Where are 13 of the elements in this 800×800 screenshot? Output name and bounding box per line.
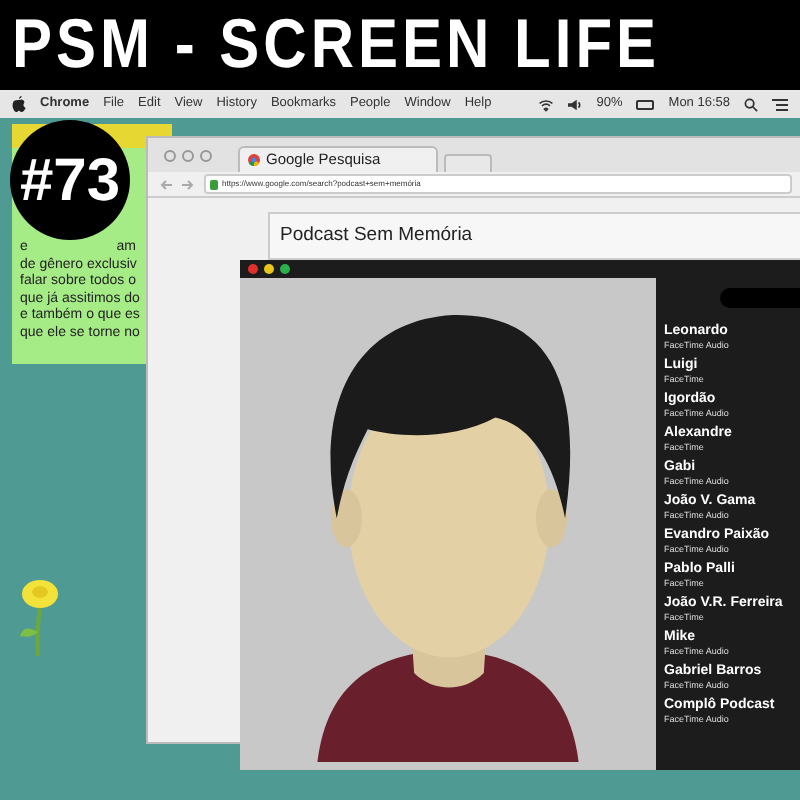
list-icon[interactable] <box>772 97 788 111</box>
lock-icon <box>210 179 218 189</box>
search-icon[interactable] <box>744 97 758 111</box>
apple-icon[interactable] <box>12 96 26 112</box>
close-button[interactable] <box>248 264 258 274</box>
speaker-icon[interactable] <box>568 97 583 111</box>
battery-icon[interactable] <box>636 99 655 109</box>
wifi-icon[interactable] <box>538 97 555 111</box>
minimize-button[interactable] <box>264 264 274 274</box>
podcast-title: PSM - SCREEN LIFE <box>12 10 661 80</box>
zoom-button[interactable] <box>280 264 290 274</box>
chrome-logo-icon <box>248 154 260 166</box>
search-field[interactable]: Podcast Sem Memória <box>268 212 800 260</box>
